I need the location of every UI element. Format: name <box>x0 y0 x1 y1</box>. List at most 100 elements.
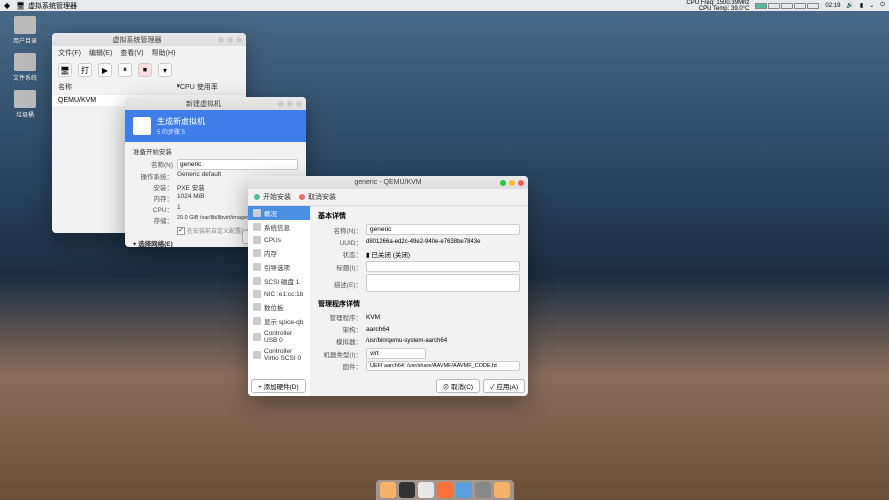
sidebar-item-nic[interactable]: NIC :e1:cc:1b <box>248 288 310 300</box>
minimize-icon[interactable] <box>500 180 506 186</box>
desktop-icon-trash[interactable]: 垃圾桶 <box>10 90 40 119</box>
sidebar-item-memory[interactable]: 内存 <box>248 246 310 260</box>
disk-icon <box>253 277 261 285</box>
dock-browser[interactable] <box>418 482 434 498</box>
window-title: 新建虚拟机 <box>129 99 278 109</box>
col-cpu[interactable]: CPU 使用率 <box>180 82 240 92</box>
maximize-icon[interactable] <box>287 101 293 107</box>
menubar: ◆ 🖥 虚拟系统管理器 CPU Freq: 1500.39Mhz CPU Tem… <box>0 0 889 11</box>
check-icon: ✓ <box>490 384 494 391</box>
dock-search[interactable] <box>475 482 491 498</box>
menu-view[interactable]: 查看(V) <box>120 48 143 58</box>
name-input[interactable] <box>177 159 298 170</box>
sidebar-item-cpus[interactable]: CPUs <box>248 234 310 246</box>
menubar-title: 虚拟系统管理器 <box>28 1 77 11</box>
desktop-icon-filesystem[interactable]: 文件系统 <box>10 53 40 82</box>
sidebar-item-sysinfo[interactable]: 系统信息 <box>248 220 310 234</box>
sidebar-item-disk[interactable]: SCSI 磁盘 1 <box>248 274 310 288</box>
boot-icon <box>253 263 261 271</box>
tablet-icon <box>253 303 261 311</box>
close-icon[interactable] <box>296 101 302 107</box>
menu-chevron-icon[interactable]: ⌄ <box>869 2 874 9</box>
sidebar-item-tablet[interactable]: 数位板 <box>248 300 310 314</box>
name-label: 名称(N) <box>133 159 177 170</box>
uuid-value: d801266a-ed2c-49e2-940e-e7638be7843e <box>366 239 520 245</box>
arch-value: aarch64 <box>366 326 520 333</box>
desktop-icon-home[interactable]: 用户目录 <box>10 16 40 45</box>
scsi-icon <box>253 351 261 359</box>
menu-edit[interactable]: 编辑(E) <box>89 48 112 58</box>
cancel-install-button[interactable]: 取消安装 <box>299 192 336 202</box>
emu-value: /usr/bin/qemu-system-aarch64 <box>366 338 520 344</box>
dock-files[interactable] <box>380 482 396 498</box>
desc-input[interactable] <box>366 274 520 292</box>
hyper-label: 管理程序： <box>318 312 366 322</box>
titlebar[interactable]: 虚拟系统管理器 <box>52 33 246 46</box>
dock <box>376 480 514 500</box>
arch-label: 架构： <box>318 324 366 334</box>
chipset-select[interactable] <box>366 348 426 359</box>
sidebar-item-boot[interactable]: 引导选项 <box>248 260 310 274</box>
sidebar-item-overview[interactable]: 概况 <box>248 206 310 220</box>
customize-label: 在安装前自定义配置(U) <box>187 229 249 235</box>
install-label: 安装： <box>133 182 177 192</box>
volume-icon[interactable]: 🔊 <box>846 2 853 9</box>
dock-folder[interactable] <box>494 482 510 498</box>
new-vm-button[interactable]: 🖥 <box>58 63 72 77</box>
os-label: 操作系统： <box>133 171 177 181</box>
minimize-icon[interactable] <box>278 101 284 107</box>
dropdown-button[interactable]: ▾ <box>158 63 172 77</box>
window-title: 虚拟系统管理器 <box>56 35 218 45</box>
add-hardware-button[interactable]: + 添加硬件(D) <box>251 379 306 393</box>
titlebar[interactable]: generic - QEMU/KVM <box>248 176 528 189</box>
window-title: generic - QEMU/KVM <box>354 179 421 186</box>
minimize-icon[interactable] <box>218 37 224 43</box>
sidebar-item-display[interactable]: 显示 spice-qb <box>248 314 310 328</box>
begin-install-button[interactable]: 开始安装 <box>254 192 291 202</box>
pause-button[interactable]: ⏸ <box>118 63 132 77</box>
maximize-icon[interactable] <box>227 37 233 43</box>
dock-settings[interactable] <box>456 482 472 498</box>
display-icon <box>253 317 261 325</box>
title-input[interactable] <box>366 261 520 272</box>
apply-button[interactable]: ✓ 应用(A) <box>483 379 525 393</box>
menu-help[interactable]: 帮助(H) <box>152 48 176 58</box>
close-icon[interactable] <box>236 37 242 43</box>
cancel-button[interactable]: ⊘ 取消(C) <box>436 379 480 393</box>
vm-details-window: generic - QEMU/KVM 开始安装 取消安装 概况 系统信息 CPU… <box>248 176 528 396</box>
sidebar: 概况 系统信息 CPUs 内存 引导选项 SCSI 磁盘 1 NIC :e1:c… <box>248 206 310 396</box>
x-icon <box>299 194 305 200</box>
stop-button[interactable]: ⏹ <box>138 63 152 77</box>
menu-file[interactable]: 文件(F) <box>58 48 81 58</box>
cpu-icon <box>253 236 261 244</box>
memory-icon <box>253 249 261 257</box>
status-icon: ▮ <box>366 252 370 259</box>
storage-label: 存储： <box>133 215 177 225</box>
customize-checkbox[interactable] <box>177 227 185 235</box>
power-icon[interactable]: ⏻ <box>880 2 885 9</box>
caret-icon[interactable]: ▾ <box>133 241 136 247</box>
net-label: 选择网络(E) <box>138 241 173 247</box>
status-value: 已关闭 (关闭) <box>371 252 410 259</box>
battery-icon[interactable]: ▮ <box>860 2 863 9</box>
play-button[interactable]: ▶ <box>98 63 112 77</box>
hyper-value: KVM <box>366 314 520 321</box>
chip-icon <box>253 223 261 231</box>
dock-firefox[interactable] <box>437 482 453 498</box>
cpu-temp: CPU Temp: 39.0°C <box>699 6 750 12</box>
sidebar-item-scsi[interactable]: Controller Virtio SCSI 0 <box>248 346 310 364</box>
wizard-title: 生成新虚拟机 <box>157 116 205 127</box>
col-name[interactable]: 名称 <box>58 82 176 92</box>
check-icon <box>254 194 260 200</box>
cpu-label: CPU： <box>133 204 177 214</box>
name-input[interactable] <box>366 224 520 235</box>
close-icon[interactable] <box>518 180 524 186</box>
dock-terminal[interactable] <box>399 482 415 498</box>
monitor-icon <box>133 117 151 135</box>
maximize-icon[interactable] <box>509 180 515 186</box>
titlebar[interactable]: 新建虚拟机 <box>125 97 306 110</box>
apple-menu-icon[interactable]: ◆ <box>4 1 10 10</box>
sidebar-item-usb[interactable]: Controller USB 0 <box>248 328 310 346</box>
open-button[interactable]: 打 <box>78 63 92 77</box>
fw-select[interactable] <box>366 361 520 371</box>
